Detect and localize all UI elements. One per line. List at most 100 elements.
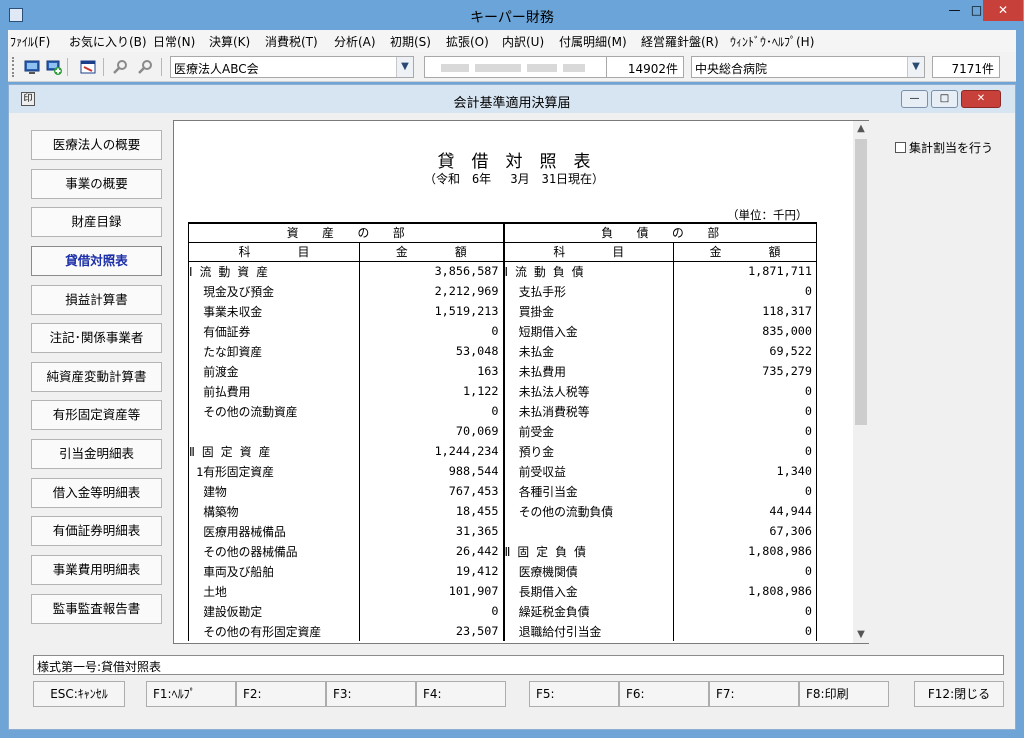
- nav-income-statement[interactable]: 損益計算書: [31, 285, 162, 315]
- f7-button[interactable]: F7:: [709, 681, 799, 707]
- liability-amount-cell: 0: [673, 381, 817, 401]
- nav-balance-sheet[interactable]: 貸借対照表: [31, 246, 162, 276]
- liability-name-cell: 支払手形: [502, 281, 674, 301]
- table-row: 医療用器械備品 31,365 67,306: [188, 521, 817, 541]
- nav-business-expense-schedule[interactable]: 事業費用明細表: [31, 555, 162, 585]
- inner-minimize-button[interactable]: —: [901, 90, 928, 108]
- nav-allowance-schedule[interactable]: 引当金明細表: [31, 439, 162, 469]
- close-button[interactable]: ✕: [983, 0, 1023, 21]
- toolbar: 医療法人ABC会 ▼ 14902件 中央総合病院 ▼ 7171件: [8, 52, 1016, 82]
- asset-amount-cell: 0: [359, 401, 504, 421]
- menu-favorites[interactable]: お気に入り(B): [69, 33, 147, 50]
- liability-name-cell: Ⅰ 流 動 負 債: [502, 261, 674, 281]
- asset-amount-cell: 1,122: [359, 381, 504, 401]
- app-title: キーパー財務: [470, 10, 554, 26]
- aggregate-allocation-checkbox[interactable]: 集計割当を行う: [895, 139, 993, 156]
- f1-help-button[interactable]: F1:ﾍﾙﾌﾟ: [146, 681, 236, 707]
- monitor-icon[interactable]: [24, 59, 40, 75]
- menu-analysis[interactable]: 分析(A): [334, 33, 376, 50]
- search-icon[interactable]: [112, 59, 128, 75]
- scroll-thumb[interactable]: [855, 139, 867, 425]
- asset-name-cell: 1有形固定資産: [188, 461, 360, 481]
- balance-sheet-preview[interactable]: 貸 借 対 照 表 （令和 6年 3月 31日現在） （単位：千円） 資 産 の…: [173, 120, 869, 644]
- scroll-up-icon[interactable]: ▲: [853, 121, 869, 137]
- f12-close-button[interactable]: F12:閉じる: [914, 681, 1004, 707]
- asset-name-cell: Ⅰ 流 動 資 産: [188, 261, 360, 281]
- table-row: 現金及び預金 2,212,969 支払手形 0: [188, 281, 817, 301]
- menu-consumption-tax[interactable]: 消費税(T): [265, 33, 318, 50]
- liability-name-cell: 退職給付引当金: [502, 621, 674, 641]
- asset-name-cell: 建物: [188, 481, 360, 501]
- liability-name-cell: 買掛金: [502, 301, 674, 321]
- table-row: 車両及び船舶 19,412 医療機関債 0: [188, 561, 817, 581]
- nav-audit-report[interactable]: 監事監査報告書: [31, 594, 162, 624]
- window-icon[interactable]: [80, 59, 96, 75]
- liability-name-cell: 短期借入金: [502, 321, 674, 341]
- nav-business-overview[interactable]: 事業の概要: [31, 169, 162, 199]
- liability-name-cell: 医療機関債: [502, 561, 674, 581]
- liability-name-cell: 預り金: [502, 441, 674, 461]
- menu-daily[interactable]: 日常(N): [153, 33, 195, 50]
- closing-report-window: 印 会計基準適用決算届 — □ ✕ 医療法人の概要 事業の概要 財産目録 貸借対…: [8, 84, 1016, 730]
- nav-securities-schedule[interactable]: 有価証券明細表: [31, 516, 162, 546]
- asset-amount-cell: 53,048: [359, 341, 504, 361]
- menu-compass[interactable]: 経営羅針盤(R): [641, 33, 719, 50]
- report-scrollbar[interactable]: ▲ ▼: [853, 121, 869, 643]
- menu-window-help[interactable]: ｳｨﾝﾄﾞｳ･ﾍﾙﾌﾟ(H): [730, 33, 814, 50]
- inner-close-button[interactable]: ✕: [961, 90, 1001, 108]
- f3-button[interactable]: F3:: [326, 681, 416, 707]
- asset-name-cell: 土地: [188, 581, 360, 601]
- toolbar-grip[interactable]: [12, 57, 16, 77]
- asset-amount-cell: 163: [359, 361, 504, 381]
- nav-notes-related-parties[interactable]: 注記･関係事業者: [31, 323, 162, 353]
- facility-select[interactable]: 中央総合病院 ▼: [691, 56, 925, 78]
- asset-name-cell: 事業未収金: [188, 301, 360, 321]
- liabilities-header: 負 債 の 部: [502, 222, 817, 243]
- esc-cancel-button[interactable]: ESC:ｷｬﾝｾﾙ: [33, 681, 125, 707]
- asset-amount-cell: 101,907: [359, 581, 504, 601]
- nav-property-list[interactable]: 財産目録: [31, 207, 162, 237]
- inner-maximize-button[interactable]: □: [931, 90, 958, 108]
- nav-borrowings-schedule[interactable]: 借入金等明細表: [31, 478, 162, 508]
- asset-name-cell: 現金及び預金: [188, 281, 360, 301]
- asset-name-cell: Ⅱ 固 定 資 産: [188, 441, 360, 461]
- table-row: 1有形固定資産 988,544 前受収益 1,340: [188, 461, 817, 481]
- liability-amount-cell: 0: [673, 401, 817, 421]
- table-row: 事業未収金 1,519,213 買掛金 118,317: [188, 301, 817, 321]
- menu-appendix[interactable]: 付属明細(M): [559, 33, 627, 50]
- f2-button[interactable]: F2:: [236, 681, 326, 707]
- asset-name-cell: その他の器械備品: [188, 541, 360, 561]
- liability-name-cell: 未払費用: [502, 361, 674, 381]
- f5-button[interactable]: F5:: [529, 681, 619, 707]
- menu-file[interactable]: ﾌｧｲﾙ(F): [10, 33, 50, 50]
- liability-amount-cell: 835,000: [673, 321, 817, 341]
- liability-amount-cell: 0: [673, 421, 817, 441]
- menu-closing[interactable]: 決算(K): [209, 33, 250, 50]
- asset-amount-cell: 1,519,213: [359, 301, 504, 321]
- table-row: その他の器械備品 26,442 Ⅱ 固 定 負 債 1,808,986: [188, 541, 817, 561]
- menu-breakdown[interactable]: 内訳(U): [502, 33, 544, 50]
- chevron-down-icon[interactable]: ▼: [907, 57, 924, 77]
- search-detail-icon[interactable]: [137, 59, 153, 75]
- checkbox-box[interactable]: [895, 142, 906, 153]
- liability-name-cell: Ⅱ 固 定 負 債: [502, 541, 674, 561]
- asset-name-cell: [188, 421, 360, 441]
- nav-tangible-fixed-assets[interactable]: 有形固定資産等: [31, 400, 162, 430]
- redacted-field: [424, 56, 608, 78]
- scroll-down-icon[interactable]: ▼: [853, 627, 869, 643]
- liability-name-cell: その他の流動負債: [502, 501, 674, 521]
- menu-bar: ﾌｧｲﾙ(F) お気に入り(B) 日常(N) 決算(K) 消費税(T) 分析(A…: [8, 30, 1016, 52]
- corporation-select[interactable]: 医療法人ABC会 ▼: [170, 56, 414, 78]
- table-row: たな卸資産 53,048 未払金 69,522: [188, 341, 817, 361]
- nav-net-assets-statement[interactable]: 純資産変動計算書: [31, 362, 162, 392]
- chevron-down-icon[interactable]: ▼: [396, 57, 413, 77]
- nav-corporation-overview[interactable]: 医療法人の概要: [31, 130, 162, 160]
- f6-button[interactable]: F6:: [619, 681, 709, 707]
- monitor-add-icon[interactable]: [46, 59, 62, 75]
- menu-extension[interactable]: 拡張(O): [446, 33, 489, 50]
- table-row: 70,069 前受金 0: [188, 421, 817, 441]
- menu-initial[interactable]: 初期(S): [390, 33, 431, 50]
- f4-button[interactable]: F4:: [416, 681, 506, 707]
- liability-name-cell: 繰延税金負債: [502, 601, 674, 621]
- f8-print-button[interactable]: F8:印刷: [799, 681, 889, 707]
